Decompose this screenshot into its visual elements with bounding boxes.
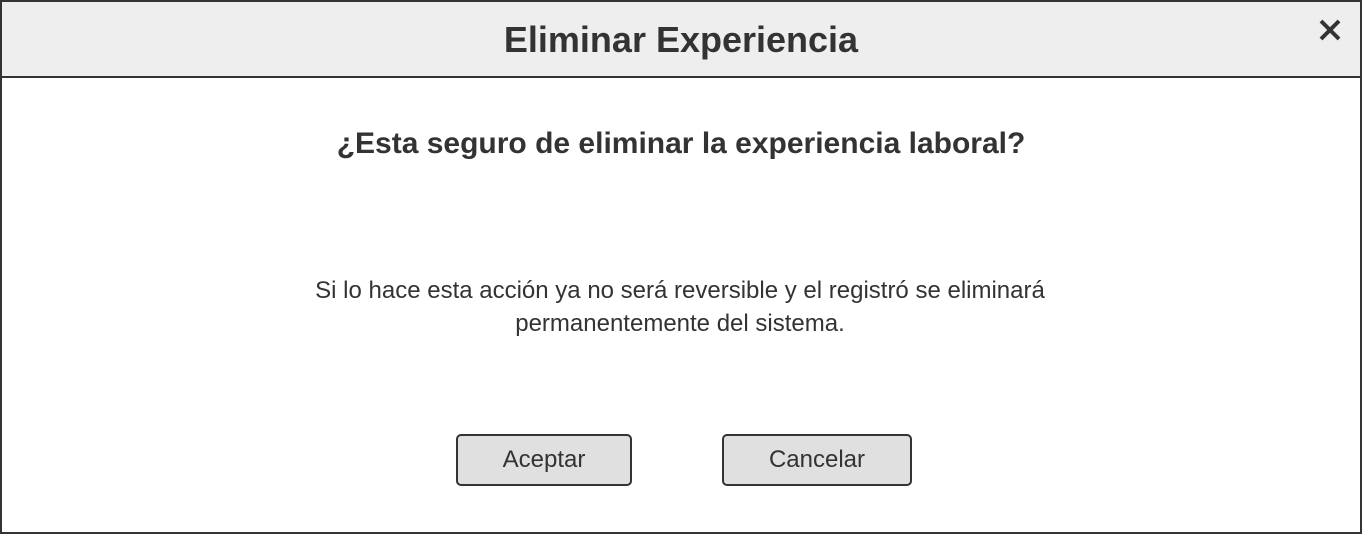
dialog-header: Eliminar Experiencia bbox=[2, 2, 1360, 78]
confirmation-question: ¿Esta seguro de eliminar la experiencia … bbox=[336, 127, 1026, 160]
accept-button[interactable]: Aceptar bbox=[456, 434, 632, 486]
dialog-title: Eliminar Experiencia bbox=[503, 19, 859, 60]
close-button[interactable] bbox=[1316, 16, 1344, 44]
cancel-button[interactable]: Cancelar bbox=[722, 434, 912, 486]
delete-experience-dialog: Eliminar Experiencia ¿Esta seguro de eli… bbox=[0, 0, 1362, 534]
close-icon bbox=[1319, 19, 1341, 41]
warning-message: Si lo hace esta acción ya no será revers… bbox=[315, 277, 1045, 337]
